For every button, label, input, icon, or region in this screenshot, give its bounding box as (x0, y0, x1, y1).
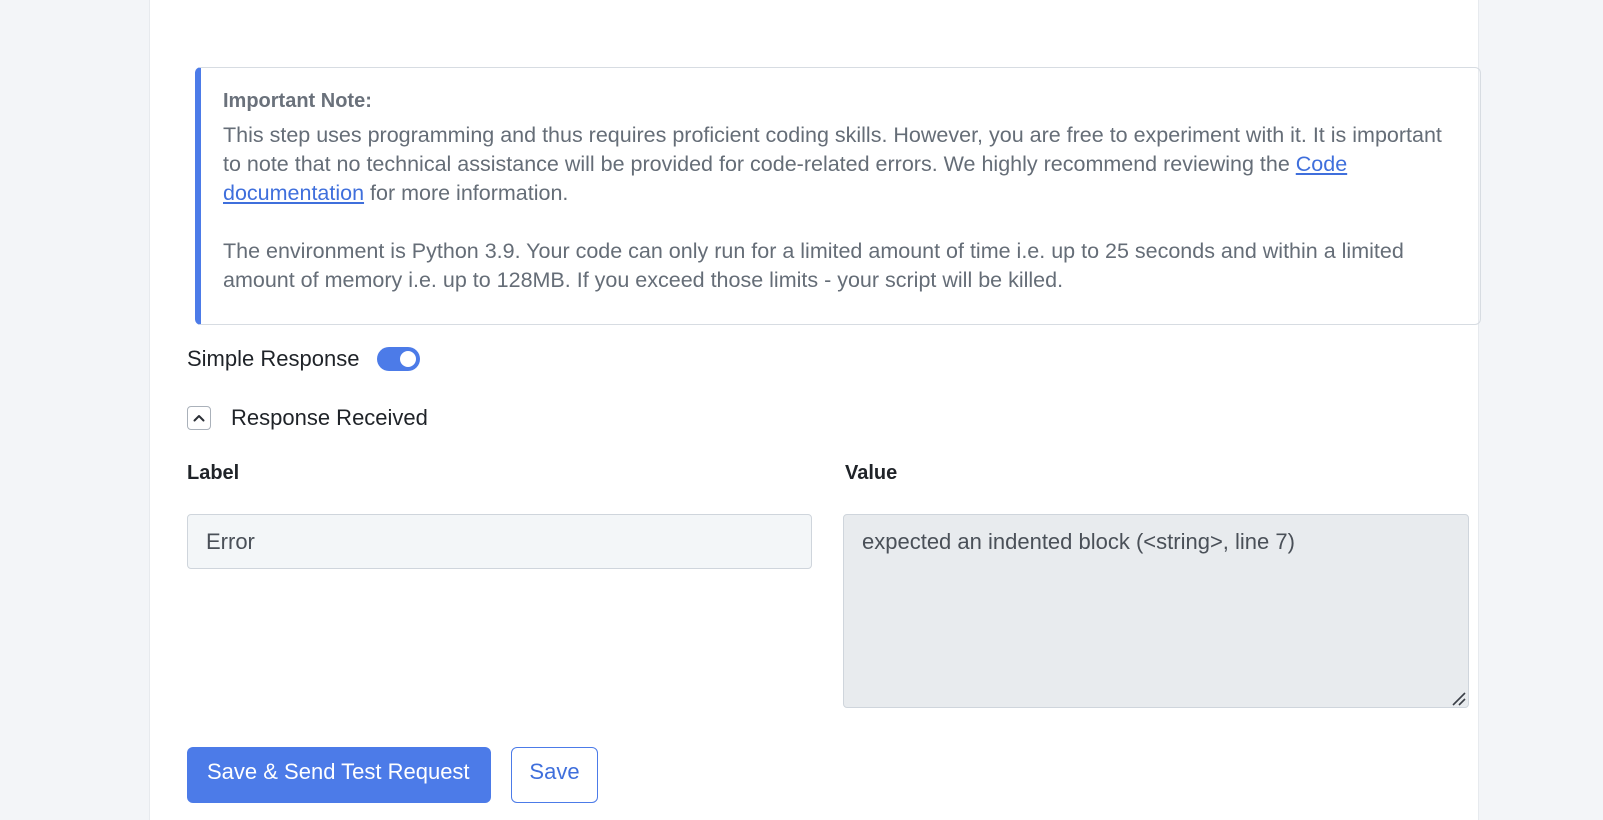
simple-response-toggle[interactable] (377, 347, 421, 371)
toggle-switch-icon (400, 351, 417, 367)
chevron-up-icon (193, 415, 205, 422)
resize-grip-icon[interactable] (1450, 690, 1466, 706)
note-title: Important Note: (223, 90, 372, 112)
label-column-header: Label (187, 462, 240, 484)
note-paragraph-code: This step uses programming and thus requ… (223, 121, 1456, 208)
save-button[interactable]: Save (511, 747, 598, 803)
note-paragraph-environment: The environment is Python 3.9. Your code… (223, 239, 1404, 292)
label-input[interactable] (187, 514, 812, 569)
value-column-header: Value (845, 462, 898, 484)
important-note: Important Note: This step uses programmi… (195, 67, 1481, 325)
response-received-header[interactable]: Response Received (187, 405, 428, 431)
response-received-label: Response Received (231, 405, 428, 430)
collapse-button[interactable] (187, 406, 211, 430)
simple-response-row: Simple Response (187, 346, 421, 372)
simple-response-label: Simple Response (187, 346, 360, 371)
note-text-after-link: for more information. (364, 181, 569, 205)
value-textarea[interactable]: expected an indented block (<string>, li… (843, 514, 1469, 708)
note-text-before-link: This step uses programming and thus requ… (223, 123, 1442, 176)
save-send-test-request-button[interactable]: Save & Send Test Request (187, 747, 491, 803)
